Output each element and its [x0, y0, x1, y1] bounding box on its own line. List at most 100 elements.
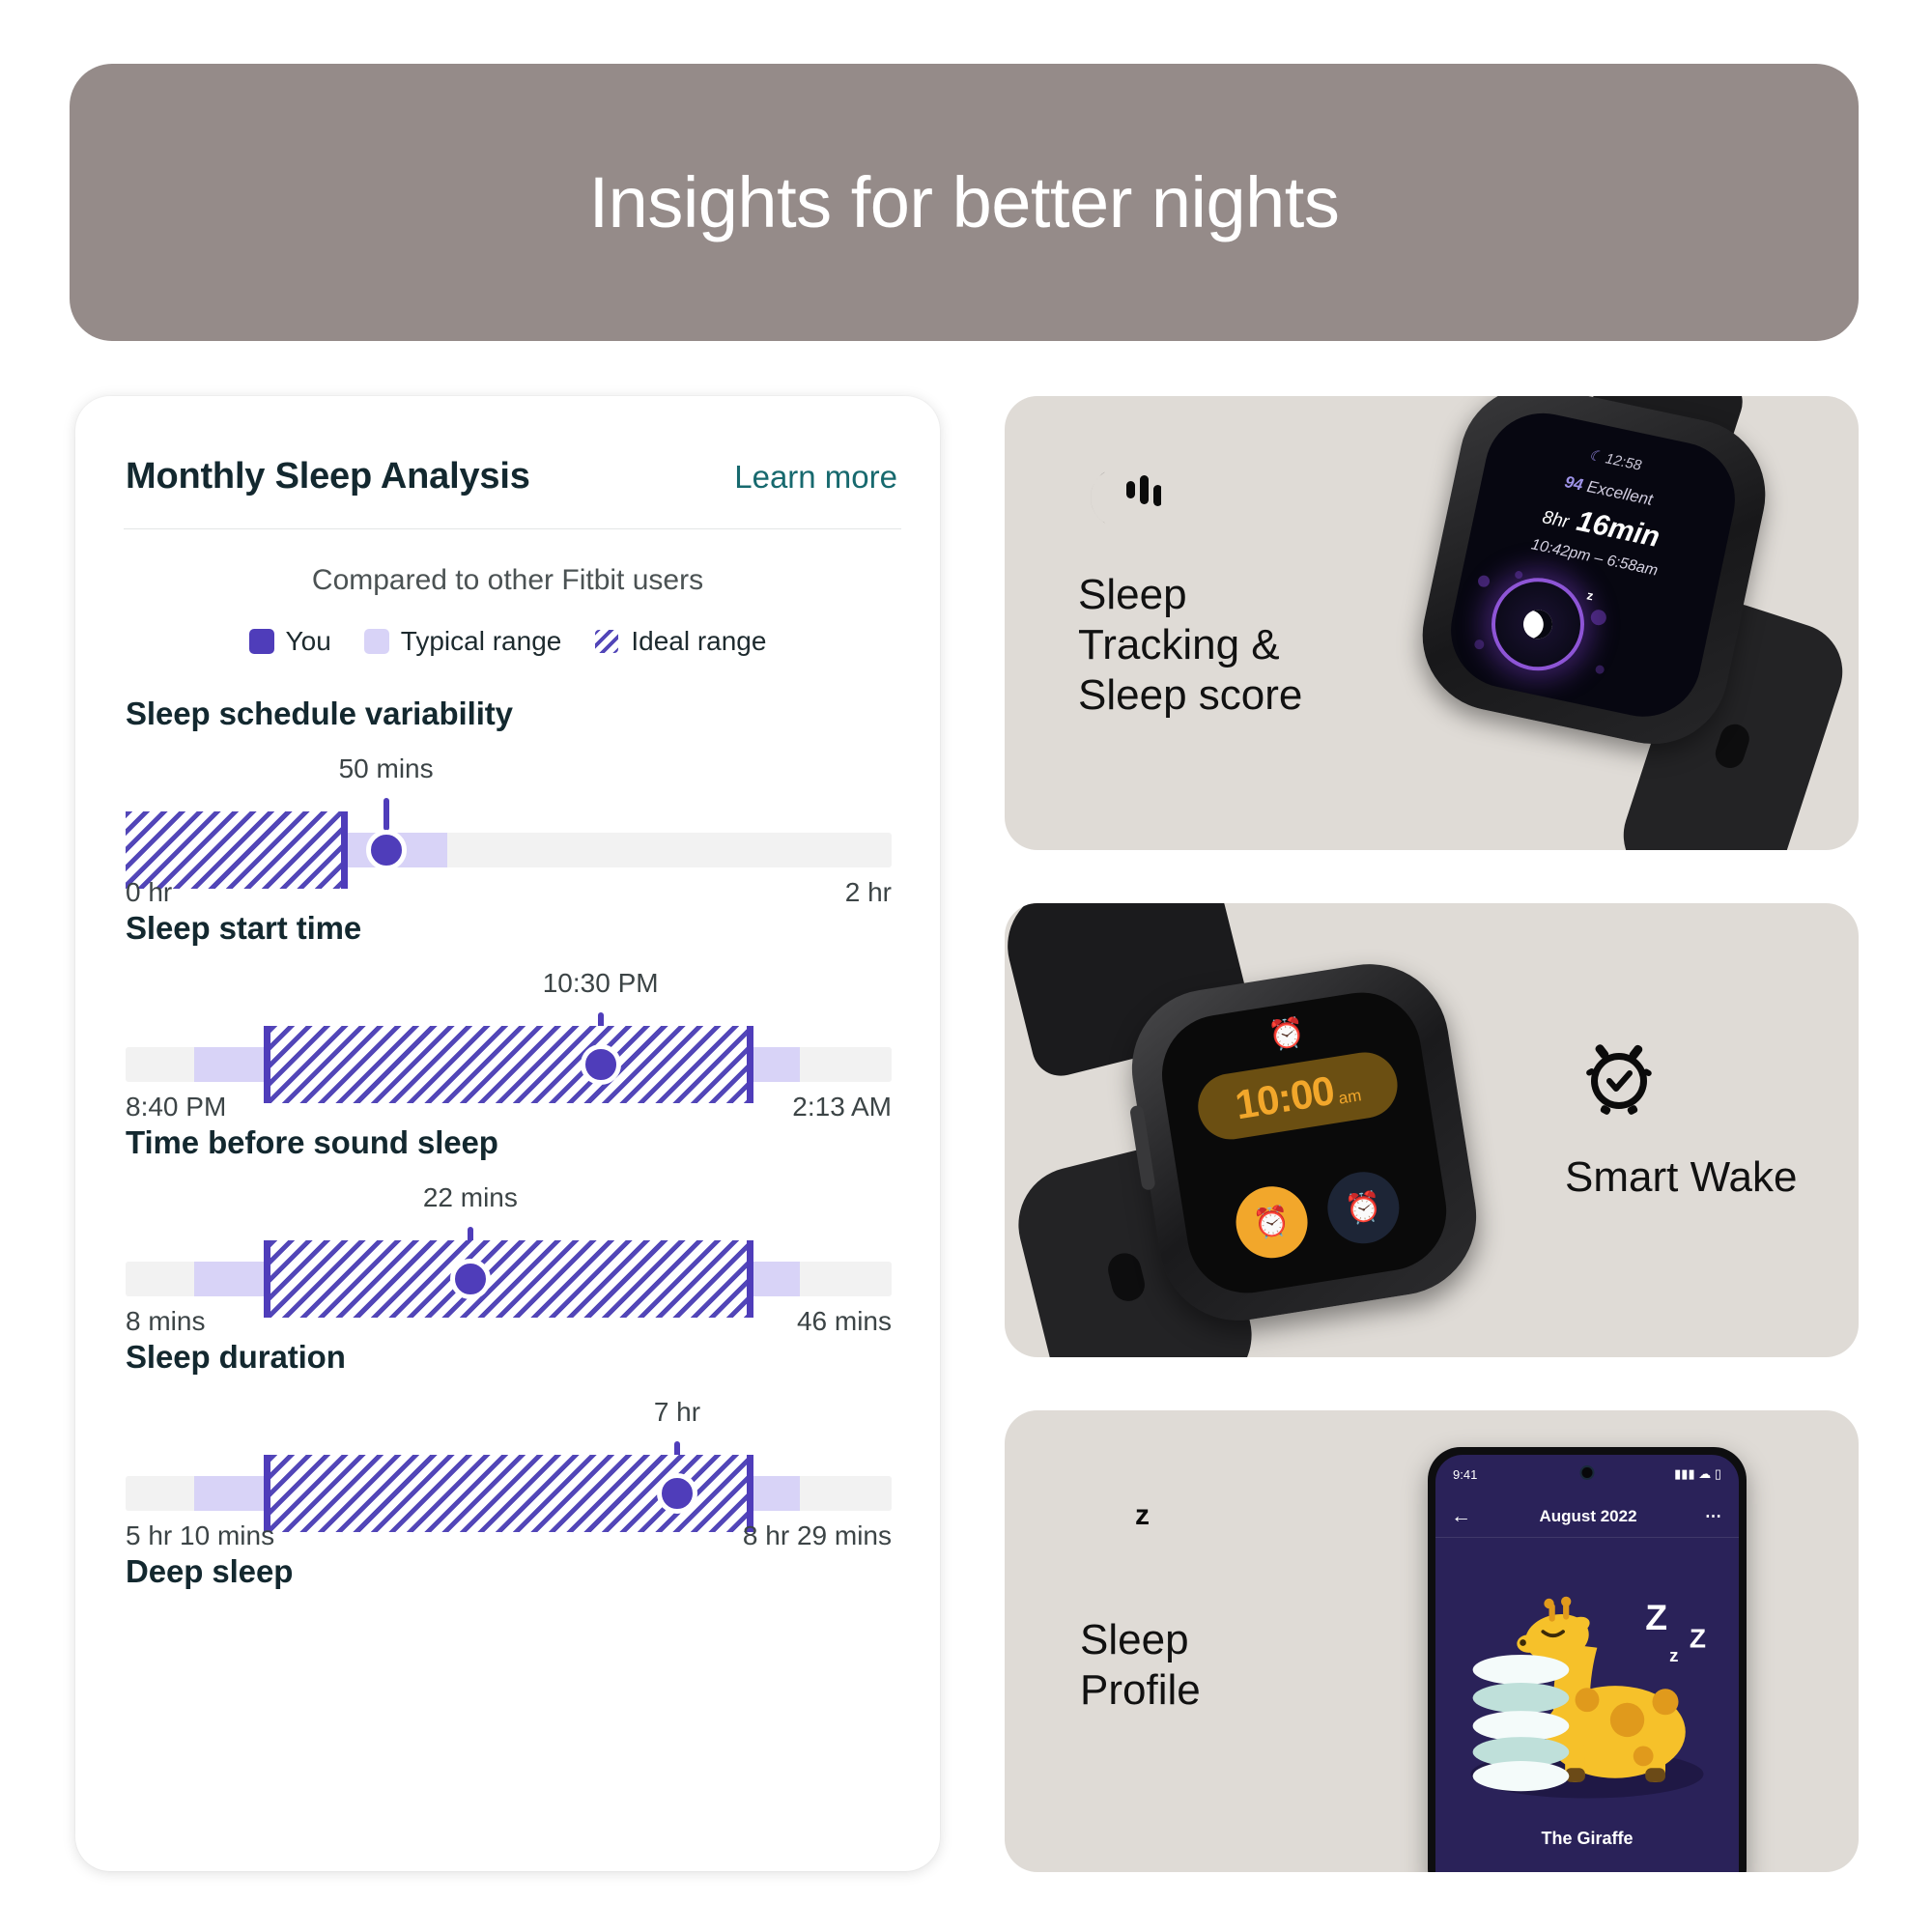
watch-case: ⏰ 10:00 am ⏰ ⏰ — [1121, 952, 1488, 1332]
sleep-score-value: 94 — [1563, 472, 1585, 495]
axis-max-label: 2 hr — [844, 877, 892, 907]
axis-min-label: 8:40 PM — [126, 1092, 227, 1122]
bar-axis: 8 mins 46 mins — [126, 1306, 892, 1337]
z-glyph-icon: z — [1585, 587, 1595, 604]
header-divider — [124, 528, 901, 529]
svg-text:z: z — [1669, 1645, 1678, 1665]
legend-label-ideal: Ideal range — [631, 626, 767, 656]
metric-row: Sleep schedule variability 50 mins 0 hr … — [126, 696, 892, 907]
phone-screen: 9:41 ▮▮▮ ☁ ▯ ← August 2022 ⋯ Z Z z The G… — [1435, 1455, 1739, 1872]
moon-icon: ☾ — [1587, 446, 1604, 467]
duration-hours: 8hr — [1540, 507, 1571, 533]
bar-axis: 8:40 PM 2:13 AM — [126, 1092, 892, 1122]
feature-card-label: Smart Wake — [1565, 1153, 1798, 1201]
you-marker-dot — [365, 830, 407, 870]
metric-title: Sleep start time — [126, 910, 362, 946]
metric-bar: 22 mins 8 mins 46 mins — [126, 1169, 892, 1336]
feature-card-label: Sleep Profile — [1080, 1616, 1201, 1714]
compared-label: Compared to other Fitbit users — [311, 564, 704, 596]
svg-text:Z: Z — [1690, 1624, 1706, 1654]
metric-bar: 7 hr 5 hr 10 mins 8 hr 29 mins — [126, 1383, 892, 1550]
phone-status-time: 9:41 — [1453, 1466, 1478, 1482]
svg-text:Z: Z — [1645, 1597, 1667, 1637]
phone-nav-title: August 2022 — [1539, 1506, 1637, 1525]
chart-legend: You Typical range Ideal range — [75, 626, 940, 657]
moon-glyph-icon — [1520, 607, 1555, 642]
bar-track — [126, 1455, 892, 1532]
callout-stem — [383, 798, 389, 831]
moon-z-icon: z — [1080, 1486, 1165, 1576]
alarm-meridiem: am — [1337, 1086, 1363, 1108]
metric-value-callout: 7 hr — [653, 1397, 701, 1427]
page-title: Insights for better nights — [588, 162, 1340, 242]
bar-axis: 5 hr 10 mins 8 hr 29 mins — [126, 1520, 892, 1551]
sleep-orb-icon: z — [1483, 569, 1595, 680]
metric-title: Sleep duration — [126, 1339, 346, 1375]
bar-axis: 0 hr 2 hr — [126, 877, 892, 908]
card-title: Monthly Sleep Analysis — [126, 456, 530, 497]
legend-label-typical: Typical range — [400, 626, 562, 656]
you-marker-dot — [580, 1044, 621, 1085]
metric-title: Time before sound sleep — [126, 1124, 498, 1160]
metric-title: Deep sleep — [126, 1553, 294, 1589]
alarm-confirm-button[interactable]: ⏰ — [1231, 1180, 1313, 1264]
metric-title: Sleep schedule variability — [126, 696, 513, 731]
metric-bar: 10:30 PM 8:40 PM 2:13 AM — [126, 954, 892, 1122]
sleep-animal-title: The Giraffe — [1541, 1829, 1634, 1848]
feature-card-label: Sleep Tracking & Sleep score — [1078, 571, 1303, 719]
legend-swatch-ideal-icon — [594, 629, 620, 654]
watch-screen: ⏰ 10:00 am ⏰ ⏰ — [1153, 983, 1456, 1302]
moon-waves-icon — [1078, 456, 1162, 544]
axis-min-label: 8 mins — [126, 1306, 206, 1336]
you-marker-dot — [449, 1259, 491, 1299]
alarm-dismiss-button[interactable]: ⏰ — [1322, 1166, 1405, 1249]
axis-min-label: 0 hr — [126, 877, 173, 907]
axis-max-label: 8 hr 29 mins — [742, 1520, 892, 1550]
metric-bar: 50 mins 0 hr 2 hr — [126, 740, 892, 907]
watch-device-alarm: ⏰ 10:00 am ⏰ ⏰ — [1005, 903, 1575, 1357]
more-dots-icon[interactable]: ⋯ — [1705, 1507, 1723, 1526]
bar-track — [126, 1240, 892, 1318]
watch-status-time: 12:58 — [1604, 450, 1643, 474]
phone-status-icons: ▮▮▮ ☁ ▯ — [1674, 1466, 1721, 1481]
watch-screen: ☾ 12:58 94 Excellent 8hr 16min 10:42pm –… — [1439, 402, 1747, 727]
phone-nav-bar: ← August 2022 ⋯ — [1435, 1495, 1739, 1538]
metric-row: Time before sound sleep 22 mins 8 mins 4… — [126, 1124, 892, 1336]
sleep-animal-illustration: Z Z z — [1435, 1551, 1739, 1812]
metric-list: Sleep schedule variability 50 mins 0 hr … — [75, 657, 940, 1590]
metric-row: Sleep start time 10:30 PM 8:40 PM 2:13 A… — [126, 910, 892, 1122]
svg-text:z: z — [1135, 1499, 1150, 1531]
legend-item-you: You — [248, 626, 331, 657]
axis-max-label: 2:13 AM — [792, 1092, 892, 1122]
duration-minutes: 16min — [1574, 504, 1663, 554]
metric-value-callout: 10:30 PM — [542, 968, 659, 998]
bar-track — [126, 1026, 892, 1103]
feature-card-sleep-tracking[interactable]: Sleep Tracking & Sleep score ☾ 12:58 94 — [1005, 396, 1859, 850]
legend-item-typical: Typical range — [363, 626, 562, 657]
legend-swatch-typical-icon — [363, 629, 389, 654]
back-arrow-icon[interactable]: ← — [1451, 1505, 1471, 1528]
you-marker-dot — [656, 1473, 697, 1514]
legend-label-you: You — [285, 626, 331, 656]
sleep-score-word: Excellent — [1585, 477, 1655, 509]
legend-swatch-you-icon — [248, 629, 274, 654]
phone-device-sleep-profile: 9:41 ▮▮▮ ☁ ▯ ← August 2022 ⋯ Z Z z The G… — [1428, 1447, 1747, 1872]
card-header: Monthly Sleep Analysis Learn more — [75, 396, 940, 497]
metric-value-callout: 22 mins — [422, 1182, 518, 1212]
metric-row: Deep sleep — [126, 1553, 892, 1590]
alarm-time: 10:00 — [1232, 1066, 1337, 1128]
feature-card-smart-wake[interactable]: ⏰ 10:00 am ⏰ ⏰ Smart Wake — [1005, 903, 1859, 1357]
metric-row: Sleep duration 7 hr 5 hr 10 mins 8 hr 29… — [126, 1339, 892, 1550]
metric-value-callout: 50 mins — [338, 753, 434, 783]
axis-min-label: 5 hr 10 mins — [126, 1520, 275, 1550]
page-banner: Insights for better nights — [70, 64, 1859, 341]
alarm-time-pill: 10:00 am — [1193, 1047, 1403, 1145]
legend-item-ideal: Ideal range — [594, 626, 766, 657]
phone-camera-notch-icon — [1579, 1465, 1595, 1480]
monthly-sleep-analysis-card: Monthly Sleep Analysis Learn more Compar… — [75, 396, 940, 1871]
watch-device-sleep-score: ☾ 12:58 94 Excellent 8hr 16min 10:42pm –… — [1362, 396, 1859, 850]
learn-more-link[interactable]: Learn more — [734, 459, 897, 496]
axis-max-label: 46 mins — [796, 1306, 892, 1336]
alarm-clock-icon — [1575, 1031, 1663, 1124]
feature-card-sleep-profile[interactable]: z Sleep Profile 9:41 ▮▮▮ ☁ ▯ ← August 20… — [1005, 1410, 1859, 1872]
